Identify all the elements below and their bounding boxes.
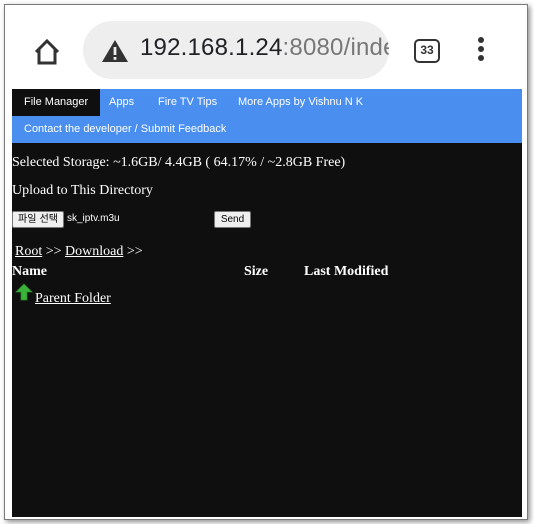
nav-fire-tv-tips[interactable]: Fire TV Tips [146,89,229,116]
url-host: 192.168.1.24 [140,34,283,61]
breadcrumb-download-link[interactable]: Download [65,244,123,259]
choose-file-button[interactable]: 파일 선택 [12,211,64,228]
breadcrumb-separator: >> [42,244,66,259]
home-button[interactable] [30,35,64,69]
parent-folder-link[interactable]: Parent Folder [35,291,111,307]
column-header-size: Size [244,264,269,279]
breadcrumb-root-link[interactable]: Root [15,244,42,259]
url-text: 192.168.1.24:8080/inde [140,34,389,62]
home-icon [34,38,60,65]
nav-more-apps[interactable]: More Apps by Vishnu N K [226,89,375,116]
web-page: File Manager Apps Fire TV Tips More Apps… [12,89,522,517]
nav-contact-developer[interactable]: Contact the developer / Submit Feedback [12,116,238,143]
more-vert-icon[interactable] [475,37,487,67]
nav-bar: File Manager Apps Fire TV Tips More Apps… [12,89,522,143]
breadcrumb-separator: >> [123,244,143,259]
tabs-icon[interactable]: 33 [414,39,440,63]
address-bar[interactable]: 192.168.1.24:8080/inde [83,21,389,79]
storage-info: Selected Storage: ~1.6GB/ 4.4GB ( 64.17%… [12,155,346,170]
screenshot-frame: 192.168.1.24:8080/inde 33 File Manager A… [4,4,528,520]
selected-file-name: sk_iptv.m3u [67,213,120,224]
up-arrow-icon[interactable] [15,283,33,301]
browser-toolbar: 192.168.1.24:8080/inde 33 [5,5,527,89]
column-header-last-modified: Last Modified [304,264,389,279]
upload-title: Upload to This Directory [12,183,153,198]
nav-file-manager[interactable]: File Manager [12,89,101,116]
send-button[interactable]: Send [214,211,251,228]
breadcrumb: Root >> Download >> [15,244,143,260]
url-port: :8080/inde [282,34,389,61]
column-header-name: Name [12,264,47,279]
nav-apps[interactable]: Apps [97,89,146,116]
warning-icon [102,40,128,62]
